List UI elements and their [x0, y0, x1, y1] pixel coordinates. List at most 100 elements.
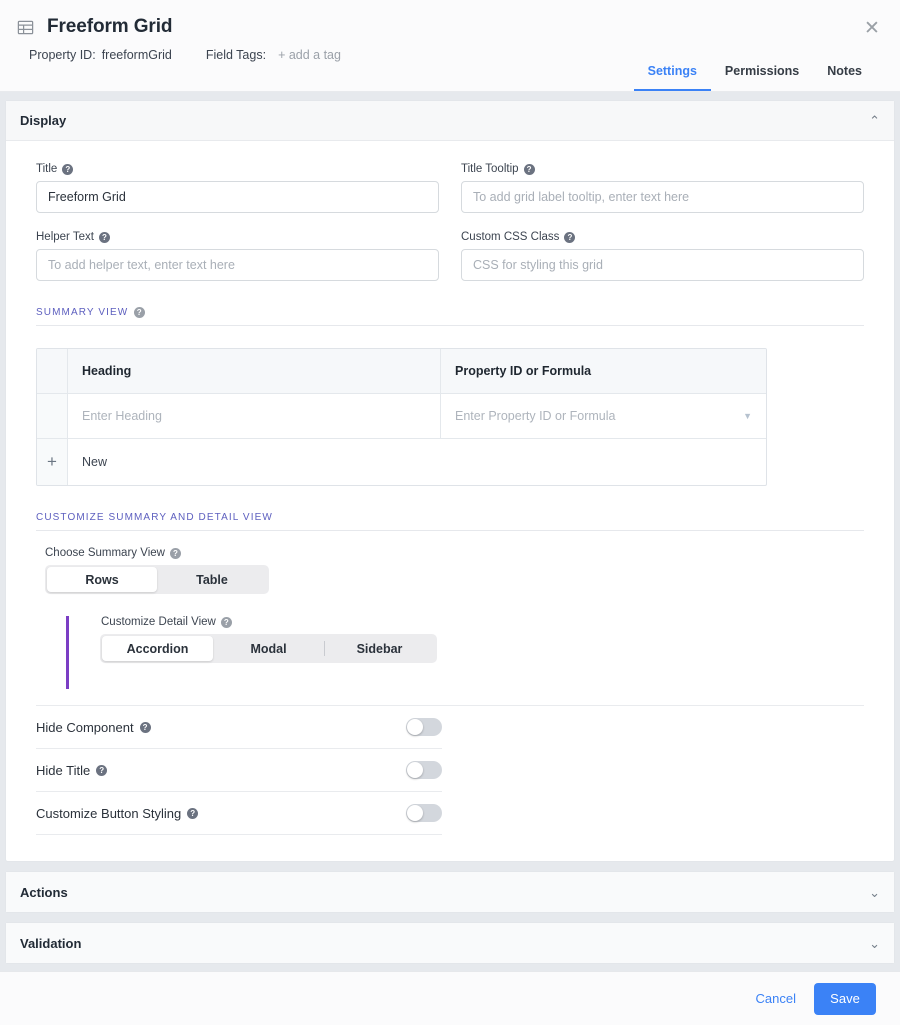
summary-view-label-text: SUMMARY VIEW	[36, 307, 129, 318]
field-helper-text-label-text: Helper Text	[36, 231, 94, 243]
section-actions-header[interactable]: Actions ⌄	[6, 872, 894, 912]
section-actions: Actions ⌄	[5, 871, 895, 913]
field-helper-text-label: Helper Text ?	[36, 231, 439, 243]
property-id-cell[interactable]: Enter Property ID or Formula ▼	[441, 394, 766, 438]
section-validation: Validation ⌄	[5, 922, 895, 964]
field-title: Title ?	[36, 163, 439, 213]
table-new-row[interactable]: + New	[37, 438, 766, 485]
modal-header: Freeform Grid ✕ Property ID: freeformGri…	[0, 0, 900, 92]
section-validation-header[interactable]: Validation ⌄	[6, 923, 894, 963]
segment-table[interactable]: Table	[157, 567, 267, 592]
heading-placeholder: Enter Heading	[82, 409, 162, 423]
table-header-row: Heading Property ID or Formula	[37, 349, 766, 393]
customize-detail-view-label: Customize Detail View ?	[100, 616, 864, 628]
field-custom-css-label: Custom CSS Class ?	[461, 231, 864, 243]
table-row: Enter Heading Enter Property ID or Formu…	[37, 393, 766, 438]
custom-css-class-input[interactable]	[461, 249, 864, 281]
segment-rows[interactable]: Rows	[47, 567, 157, 592]
help-icon[interactable]: ?	[187, 807, 199, 819]
switch-row-hide-component: Hide Component ?	[36, 706, 442, 749]
section-display-content: Title ? Title Tooltip ?	[6, 141, 894, 861]
title-row: Freeform Grid	[0, 0, 900, 38]
help-icon[interactable]: ?	[564, 231, 576, 243]
page-title: Freeform Grid	[47, 16, 173, 37]
tab-permissions[interactable]: Permissions	[711, 56, 813, 91]
help-icon[interactable]: ?	[62, 163, 74, 175]
help-icon[interactable]: ?	[220, 616, 232, 628]
toggle-knob	[407, 762, 423, 778]
close-icon[interactable]: ✕	[862, 19, 882, 39]
customize-section-label: CUSTOMIZE SUMMARY AND DETAIL VIEW	[36, 512, 864, 531]
switch-row-customize-button-styling: Customize Button Styling ?	[36, 792, 442, 835]
property-id-label: Property ID:	[29, 48, 96, 62]
segment-sidebar[interactable]: Sidebar	[324, 636, 435, 661]
section-validation-title: Validation	[20, 935, 82, 951]
customize-button-styling-toggle[interactable]	[406, 804, 442, 822]
display-fields-grid: Title ? Title Tooltip ?	[36, 163, 864, 281]
property-id-placeholder: Enter Property ID or Formula	[455, 409, 616, 423]
new-row-label: New	[82, 455, 108, 469]
chevron-up-icon: ⌃	[869, 113, 880, 128]
modal-body: Display ⌃ Title ? Title Toolti	[0, 92, 900, 971]
hide-title-label: Hide Title ?	[36, 763, 406, 778]
hide-component-label-text: Hide Component	[36, 719, 134, 735]
customize-detail-view-label-text: Customize Detail View	[101, 616, 216, 628]
help-icon[interactable]: ?	[169, 547, 181, 559]
tab-bar: Settings Permissions Notes	[633, 56, 876, 91]
field-settings-modal: Freeform Grid ✕ Property ID: freeformGri…	[0, 0, 900, 1025]
help-icon[interactable]: ?	[134, 307, 146, 318]
field-title-tooltip: Title Tooltip ?	[461, 163, 864, 213]
hide-title-toggle[interactable]	[406, 761, 442, 779]
chevron-down-icon[interactable]: ▼	[743, 411, 752, 421]
choose-summary-view-label-text: Choose Summary View	[45, 547, 165, 559]
hide-component-label: Hide Component ?	[36, 720, 406, 735]
field-custom-css-class: Custom CSS Class ?	[461, 231, 864, 281]
save-button[interactable]: Save	[814, 982, 876, 1015]
chevron-down-icon: ⌄	[869, 935, 880, 951]
field-title-tooltip-label: Title Tooltip ?	[461, 163, 864, 175]
chevron-down-icon: ⌄	[869, 884, 880, 900]
choose-summary-view-label: Choose Summary View ?	[36, 547, 864, 559]
switch-row-hide-title: Hide Title ?	[36, 749, 442, 792]
section-display-title: Display	[20, 113, 67, 128]
column-header-property-id: Property ID or Formula	[455, 364, 592, 378]
tab-notes[interactable]: Notes	[813, 56, 876, 91]
section-display-header[interactable]: Display ⌃	[6, 101, 894, 141]
help-icon[interactable]: ?	[139, 721, 151, 733]
field-title-label: Title ?	[36, 163, 439, 175]
help-icon[interactable]: ?	[523, 163, 535, 175]
table-gutter-cell	[37, 349, 68, 393]
field-tags-label: Field Tags:	[205, 48, 267, 62]
property-id-value: freeformGrid	[101, 48, 172, 62]
field-custom-css-label-text: Custom CSS Class	[461, 231, 560, 243]
customize-label-text: CUSTOMIZE SUMMARY AND DETAIL VIEW	[36, 512, 273, 523]
add-tag-button[interactable]: + add a tag	[272, 48, 341, 62]
segment-accordion[interactable]: Accordion	[102, 636, 213, 661]
toggle-knob	[407, 719, 423, 735]
toggle-knob	[407, 805, 423, 821]
tab-settings[interactable]: Settings	[633, 56, 711, 91]
field-helper-text: Helper Text ?	[36, 231, 439, 281]
add-row-icon[interactable]: +	[37, 439, 68, 485]
customize-button-styling-label-text: Customize Button Styling	[36, 805, 182, 821]
field-title-label-text: Title	[36, 163, 58, 175]
heading-cell[interactable]: Enter Heading	[68, 394, 441, 438]
title-tooltip-input[interactable]	[461, 181, 864, 213]
row-gutter-cell	[37, 394, 68, 438]
customize-button-styling-label: Customize Button Styling ?	[36, 806, 406, 821]
section-actions-title: Actions	[20, 884, 68, 900]
column-header-heading: Heading	[68, 349, 441, 393]
help-icon[interactable]: ?	[98, 231, 110, 243]
segment-modal[interactable]: Modal	[213, 636, 324, 661]
helper-text-input[interactable]	[36, 249, 439, 281]
summary-view-section-label: SUMMARY VIEW ?	[36, 307, 864, 326]
field-title-tooltip-label-text: Title Tooltip	[461, 163, 519, 175]
help-icon[interactable]: ?	[96, 764, 108, 776]
detail-view-segmented-control: Accordion Modal Sidebar	[100, 634, 437, 663]
hide-component-toggle[interactable]	[406, 718, 442, 736]
section-display: Display ⌃ Title ? Title Toolti	[5, 100, 895, 862]
title-input[interactable]	[36, 181, 439, 213]
modal-footer: Cancel Save	[0, 971, 900, 1025]
hide-title-label-text: Hide Title	[36, 762, 91, 778]
cancel-button[interactable]: Cancel	[756, 991, 796, 1006]
